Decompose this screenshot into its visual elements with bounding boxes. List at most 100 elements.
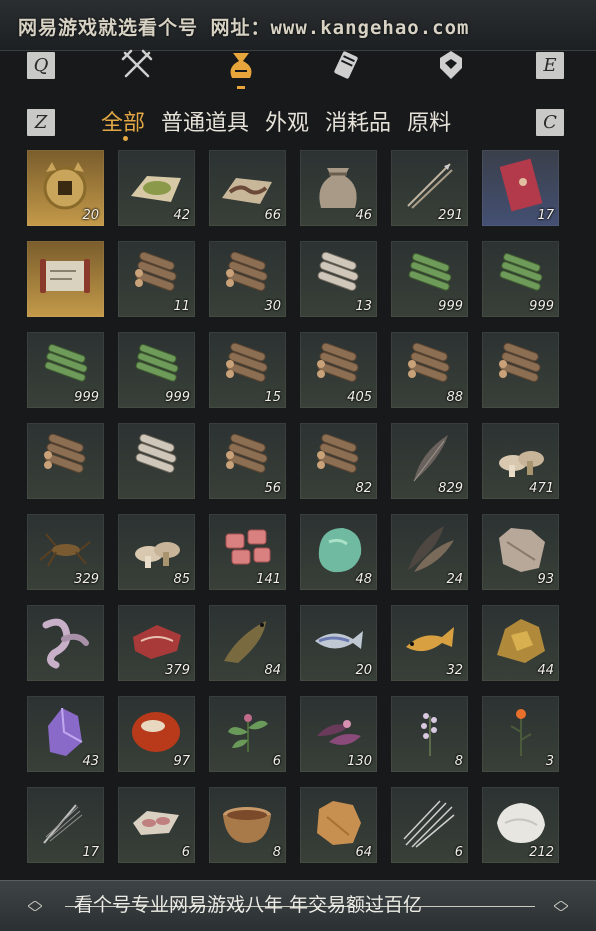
inventory-slot[interactable]: 48 [300, 514, 377, 590]
inventory-slot[interactable]: 20 [300, 605, 377, 681]
inventory-slot[interactable]: 66 [209, 150, 286, 226]
inventory-slot[interactable]: 8 [391, 696, 468, 772]
inventory-slot[interactable]: 24 [391, 514, 468, 590]
item-count: 8 [454, 754, 463, 769]
inventory-slot[interactable]: 20 [27, 150, 104, 226]
fur-pelt-icon [499, 528, 545, 572]
inventory-slot[interactable] [27, 605, 104, 681]
inventory-slot[interactable]: 6 [118, 787, 195, 863]
inventory-slot[interactable]: 46 [300, 150, 377, 226]
inventory-slot[interactable]: 56 [209, 423, 286, 499]
inventory-slot[interactable]: 30 [209, 241, 286, 317]
inventory-slot[interactable]: 84 [209, 605, 286, 681]
inventory-slot[interactable] [27, 241, 104, 317]
item-count: 48 [355, 572, 372, 587]
powder-icon [131, 176, 181, 202]
inventory-slot[interactable]: 379 [118, 605, 195, 681]
inventory-slot[interactable]: 82 [300, 423, 377, 499]
inventory-slot[interactable]: 88 [391, 332, 468, 408]
inventory-slot[interactable]: 15 [209, 332, 286, 408]
item-count: 30 [264, 299, 281, 314]
inventory-slot[interactable]: 6 [209, 696, 286, 772]
inventory-slot[interactable]: 999 [27, 332, 104, 408]
tab-accessories[interactable] [433, 47, 469, 83]
red-stone-icon [132, 712, 180, 752]
item-count: 379 [165, 663, 190, 678]
log-pile-icon [226, 251, 268, 291]
key-hint-q[interactable]: Q [27, 52, 55, 79]
coin-icon [43, 162, 87, 210]
orange-flower-icon [510, 709, 532, 756]
inventory-slot[interactable]: 97 [118, 696, 195, 772]
bamboo-icon [408, 253, 452, 291]
inventory-slot[interactable]: 212 [482, 787, 559, 863]
inventory-slot[interactable]: 8 [209, 787, 286, 863]
item-count: 8 [272, 845, 281, 860]
filter-consumables[interactable]: 消耗品 [325, 105, 391, 137]
inventory-slot[interactable]: 130 [300, 696, 377, 772]
filter-general-items[interactable]: 普通道具 [161, 105, 249, 137]
key-hint-c[interactable]: C [536, 109, 564, 136]
filter-materials[interactable]: 原料 [407, 105, 451, 137]
inventory-slot[interactable]: 999 [118, 332, 195, 408]
inventory-slot[interactable]: 829 [391, 423, 468, 499]
birch-log-icon [317, 251, 359, 291]
active-indicator [123, 136, 128, 141]
filter-all[interactable]: 全部 [101, 105, 145, 141]
inventory-slot[interactable]: 93 [482, 514, 559, 590]
ore-icon [497, 619, 545, 663]
inventory-slot[interactable]: 43 [27, 696, 104, 772]
inventory-slot[interactable]: 471 [482, 423, 559, 499]
item-count: 88 [446, 390, 463, 405]
inventory-slot[interactable]: 17 [27, 787, 104, 863]
item-count: 20 [355, 663, 372, 678]
log-pile-icon [317, 433, 359, 473]
inventory-slot[interactable]: 999 [391, 241, 468, 317]
item-count: 32 [446, 663, 463, 678]
cricket-icon [39, 533, 91, 567]
quill-icon [43, 804, 83, 844]
inventory-slot[interactable]: 32 [391, 605, 468, 681]
item-count: 141 [256, 572, 281, 587]
inventory-slot[interactable]: 6 [391, 787, 468, 863]
item-count: 43 [82, 754, 99, 769]
inventory-slot[interactable] [482, 332, 559, 408]
inventory-slot[interactable]: 3 [482, 696, 559, 772]
ornament-icon [554, 901, 568, 911]
inventory-slot[interactable]: 13 [300, 241, 377, 317]
map-scroll-icon [40, 259, 90, 293]
inventory-slot[interactable]: 64 [300, 787, 377, 863]
inventory-slot[interactable] [118, 423, 195, 499]
item-count: 85 [173, 572, 190, 587]
inventory-slot[interactable]: 999 [482, 241, 559, 317]
inventory-slot[interactable]: 85 [118, 514, 195, 590]
item-count: 999 [529, 299, 554, 314]
tab-scrolls[interactable] [330, 47, 366, 83]
key-hint-z[interactable]: Z [27, 109, 55, 136]
item-count: 84 [264, 663, 281, 678]
pouch-icon [230, 53, 252, 78]
tab-items[interactable] [223, 47, 259, 89]
inventory-slot[interactable]: 44 [482, 605, 559, 681]
tag-icon [440, 51, 462, 79]
item-count: 17 [537, 208, 554, 223]
inventory-slot[interactable]: 17 [482, 150, 559, 226]
key-hint-e[interactable]: E [536, 52, 564, 79]
tendon-icon [42, 618, 89, 669]
inventory-slot[interactable]: 42 [118, 150, 195, 226]
purple-herb-icon [317, 720, 361, 745]
inventory-slot[interactable]: 329 [27, 514, 104, 590]
herb-icon [228, 714, 268, 752]
item-count: 3 [545, 754, 554, 769]
red-book-icon [499, 158, 543, 212]
mushroom-icon [499, 451, 544, 477]
inventory-slot[interactable]: 405 [300, 332, 377, 408]
inventory-slot[interactable]: 141 [209, 514, 286, 590]
inventory-slot[interactable] [27, 423, 104, 499]
filter-appearance[interactable]: 外观 [265, 105, 309, 137]
item-count: 82 [355, 481, 372, 496]
bamboo-icon [135, 344, 179, 382]
inventory-slot[interactable]: 11 [118, 241, 195, 317]
inventory-slot[interactable]: 291 [391, 150, 468, 226]
tab-weapons[interactable] [119, 47, 155, 83]
